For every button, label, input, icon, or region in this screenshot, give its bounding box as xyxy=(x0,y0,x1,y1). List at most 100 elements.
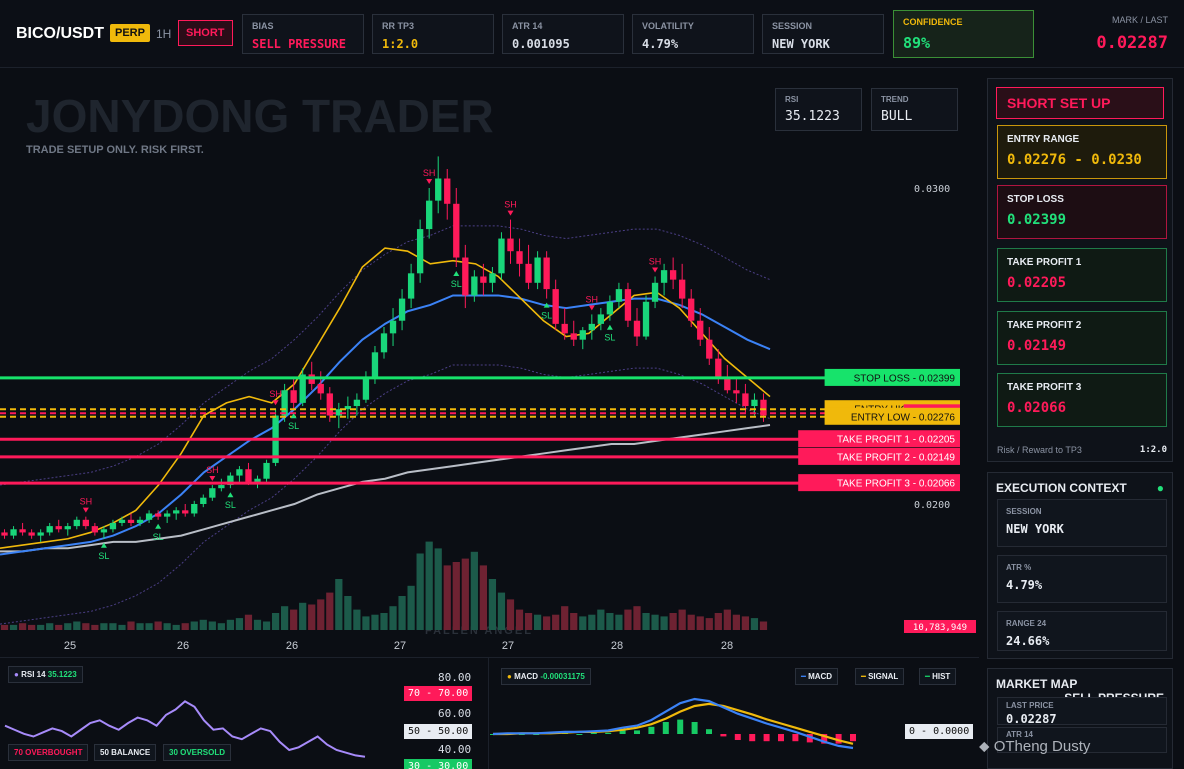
ema-gray-line xyxy=(0,424,771,553)
swing-low-label: SL xyxy=(98,551,109,561)
hist-bar xyxy=(763,734,770,742)
x-tick-label: 26 xyxy=(286,640,298,652)
x-tick-label: 27 xyxy=(394,640,406,652)
candle-body xyxy=(109,522,117,530)
candle-body xyxy=(480,276,487,283)
card-value: 0.02205 xyxy=(1007,275,1067,291)
price-chart[interactable]: JONYDONG TRADER TRADE SETUP ONLY. RISK F… xyxy=(0,68,979,657)
hist-bar xyxy=(792,734,799,742)
tp2-card[interactable]: TAKE PROFIT 2 0.02149 xyxy=(997,311,1167,365)
x-tick-label: 28 xyxy=(721,640,733,652)
execution-context-panel: EXECUTION CONTEXT ● SESSION NEW YORK ATR %… xyxy=(987,472,1173,659)
candle-body xyxy=(633,320,641,337)
candle-body xyxy=(426,200,433,230)
candle-body xyxy=(534,257,541,283)
volume-bar xyxy=(145,623,153,630)
volume-bar xyxy=(579,616,587,630)
hist-bar xyxy=(850,734,856,742)
trend-overlay-label: TREND xyxy=(881,95,909,104)
market-title-row: MARKET MAPSELL PRESSURE xyxy=(988,669,1172,705)
balance-button[interactable]: 50 BALANCE xyxy=(94,744,157,761)
volume-bar xyxy=(642,613,650,630)
candle-body xyxy=(660,270,668,283)
candle-body xyxy=(353,399,361,407)
rsi-50-key: 50 xyxy=(408,726,421,737)
x-tick-label: 27 xyxy=(502,640,514,652)
entry-range-card[interactable]: ENTRY RANGE 0.02276 - 0.0230 xyxy=(997,125,1167,179)
volume-bar xyxy=(741,616,750,630)
candle-body xyxy=(290,390,297,403)
tp1-card[interactable]: TAKE PROFIT 1 0.02205 xyxy=(997,248,1167,302)
volume-bar xyxy=(55,624,63,630)
logo-text: OTheng Dusty xyxy=(993,738,1091,755)
card-value: 0.02399 xyxy=(1007,212,1067,228)
tp3-card[interactable]: TAKE PROFIT 3 0.02066 xyxy=(997,373,1167,427)
candle-body xyxy=(145,513,153,520)
candle-body xyxy=(552,289,559,324)
swing-high-label: SH xyxy=(80,497,93,507)
candle-body xyxy=(525,263,532,283)
candle-body xyxy=(462,257,469,296)
volume-bar xyxy=(362,616,370,630)
volume-bar xyxy=(633,606,641,630)
volume-bar xyxy=(597,609,605,630)
candle-body xyxy=(245,469,252,482)
level-tag-text: TAKE PROFIT 3 - 0.02066 xyxy=(837,479,955,490)
card-value: 0.02066 xyxy=(1007,400,1067,416)
setup-title: SHORT SET UP xyxy=(996,87,1164,119)
candle-body xyxy=(715,358,722,378)
hist-bar xyxy=(662,722,669,734)
volume-bar xyxy=(46,623,54,630)
volume-bar xyxy=(651,614,659,630)
candle-body xyxy=(173,510,180,514)
candle-body xyxy=(642,301,650,337)
swing-high-label: SH xyxy=(423,168,436,178)
rsi-50-val: 50.00 xyxy=(438,726,469,737)
symbol-title[interactable]: BICO/USDT xyxy=(16,25,104,43)
volume-bar xyxy=(335,579,343,630)
candle-body xyxy=(516,251,523,264)
risk-reward-row: Risk / Reward to TP3 1:2.0 xyxy=(997,445,1167,455)
candle-body xyxy=(615,289,623,302)
macd-panel: ● MACD -0.00031175 ━ MACD ━ SIGNAL ━ HIS… xyxy=(488,657,979,769)
volume-bar xyxy=(262,621,271,630)
overbought-button[interactable]: 70 OVERBOUGHT xyxy=(8,744,89,761)
y-tick-label: 0.0300 xyxy=(914,184,950,195)
volume-bar xyxy=(732,614,740,630)
rsi-overlay-value: 35.1223 xyxy=(785,109,840,124)
candle-body xyxy=(606,301,614,315)
candle-body xyxy=(28,532,35,536)
volume-bar xyxy=(660,616,668,630)
rsi-30-val: 30.00 xyxy=(438,761,469,769)
volume-bar xyxy=(217,623,225,630)
volume-bar xyxy=(353,609,361,630)
volume-bar xyxy=(434,548,442,630)
rsi-tick-40: 40.00 xyxy=(438,743,472,756)
oversold-button[interactable]: 30 OVERSOLD xyxy=(163,744,232,761)
volume-bar xyxy=(18,623,27,630)
volume-bar xyxy=(389,606,397,630)
metric-session: SESSION NEW YORK xyxy=(762,14,884,54)
market-title: MARKET MAP xyxy=(996,677,1078,691)
volume-bar xyxy=(308,604,316,630)
x-tick-label: 26 xyxy=(177,640,189,652)
timeframe-label[interactable]: 1H xyxy=(156,27,171,41)
metric-value: NEW YORK xyxy=(772,37,830,51)
candle-body xyxy=(416,229,424,274)
metric-label: RR TP3 xyxy=(382,21,415,31)
candle-body xyxy=(317,383,324,394)
candle-body xyxy=(444,178,451,204)
arrow-down-icon xyxy=(272,400,279,406)
volume-bar xyxy=(271,613,280,630)
volume-bar xyxy=(235,618,244,630)
volume-bar xyxy=(425,541,433,630)
arrow-down-icon xyxy=(588,305,595,311)
volume-bar xyxy=(9,624,18,630)
hist-bar xyxy=(720,734,727,737)
volume-bar xyxy=(615,614,623,630)
rsi-tick-80: 80.00 xyxy=(438,671,472,684)
candle-body xyxy=(37,532,44,536)
volume-bar xyxy=(678,609,686,630)
stop-loss-card[interactable]: STOP LOSS 0.02399 xyxy=(997,185,1167,239)
context-title: EXECUTION CONTEXT ● xyxy=(988,473,1172,495)
